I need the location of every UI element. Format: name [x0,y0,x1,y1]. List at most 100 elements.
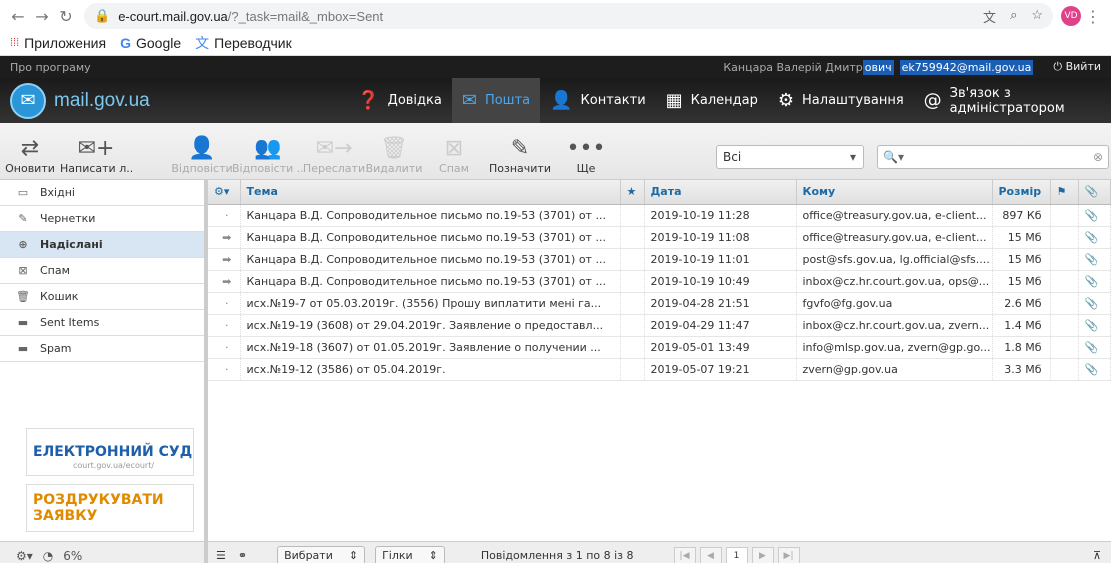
flag-icon[interactable] [1050,204,1079,227]
logo[interactable]: ✉ mail.gov.ua [0,82,347,119]
nav-calendar[interactable]: ▦ Календар [656,78,768,123]
star-icon[interactable] [620,314,645,337]
col-flag-icon[interactable]: ⚑ [1050,180,1079,205]
reply-button[interactable]: 👤 Відповісти [171,136,232,175]
table-row[interactable]: · исх.№19-12 (3586) от 05.04.2019г. 2019-0… [208,358,1111,381]
contacts-icon: 👤 [550,90,573,111]
star-icon[interactable] [620,292,645,315]
col-subject[interactable]: Тема [240,180,621,205]
message-subject[interactable]: исх.№19-19 (3608) от 29.04.2019г. Заявле… [240,314,621,337]
table-row[interactable]: · исх.№19-18 (3607) от 01.05.2019г. Заявл… [208,336,1111,359]
nav-mail[interactable]: ✉ Пошта [451,78,541,123]
flag-icon[interactable] [1050,248,1079,271]
bookmark-translator[interactable]: 文 Переводчик [195,33,292,53]
list-view-icon[interactable]: ☰ [216,549,226,562]
col-size[interactable]: Розмір [992,180,1051,205]
about-link[interactable]: Про програму [10,61,91,74]
nav-help[interactable]: ❓ Довідка [347,78,452,123]
print-request-banner[interactable]: РОЗДРУКУВАТИ ЗАЯВКУ [26,484,194,532]
mark-button[interactable]: ✎ Позначити [484,136,556,175]
flag-icon[interactable] [1050,358,1079,381]
reload-icon[interactable]: ↻ [54,4,78,28]
mail-icon: ✉ [461,90,477,111]
back-icon[interactable]: ← [6,4,30,28]
forward-icon[interactable]: → [30,4,54,28]
settings-gear-icon[interactable]: ⚙▾ [16,549,33,563]
col-flag-star-icon[interactable]: ★ [620,180,645,205]
expand-icon[interactable]: ⊼ [1093,549,1101,562]
last-page-icon[interactable]: ▶| [777,546,800,563]
list-options-icon[interactable]: ⚙▾ [208,180,241,205]
translate-icon[interactable]: 文 [983,7,996,26]
delete-button[interactable]: 🗑 Видалити [364,136,424,175]
table-row[interactable]: ➡ Канцара В.Д. Сопроводительное письмо по… [208,270,1111,293]
address-bar[interactable]: 🔒 e-court.mail.gov.ua /?_task=mail&_mbox… [84,3,1053,29]
star-icon[interactable]: ☆ [1031,7,1043,26]
page-number[interactable]: 1 [725,546,748,563]
ecourt-banner[interactable]: ЕЛЕКТРОННИЙ СУД court.gov.ua/ecourt/ [26,428,194,476]
nav-contact-admin[interactable]: @ Зв'язок з адміністратором [914,78,1111,123]
flag-icon[interactable] [1050,226,1079,249]
flag-icon[interactable] [1050,270,1079,293]
col-to[interactable]: Кому [796,180,993,205]
message-size: 15 Мб [992,226,1051,249]
folder-trash[interactable]: 🗑 Кошик [0,284,204,310]
table-row[interactable]: ➡ Канцара В.Д. Сопроводительное письмо по… [208,248,1111,271]
table-row[interactable]: · исх.№19-19 (3608) от 29.04.2019г. Заявл… [208,314,1111,337]
spam-button[interactable]: ⊠ Спам [424,136,484,175]
message-subject[interactable]: Канцара В.Д. Сопроводительное письмо по.… [240,270,621,293]
bookmark-google[interactable]: G Google [120,35,181,51]
message-subject[interactable]: Канцара В.Д. Сопроводительное письмо по.… [240,226,621,249]
zoom-icon[interactable]: ⌕ [1010,7,1017,26]
folder-icon: ▬ [17,342,29,355]
table-row[interactable]: · Канцара В.Д. Сопроводительное письмо по… [208,204,1111,227]
message-subject[interactable]: Канцара В.Д. Сопроводительное письмо по.… [240,204,621,227]
message-subject[interactable]: исх.№19-7 от 05.03.2019г. (3556) Прошу в… [240,292,621,315]
folder-sent-items[interactable]: ▬ Sent Items [0,310,204,336]
reply-all-button[interactable]: 👥 Відповісти ... [232,136,304,175]
star-icon[interactable] [620,226,645,249]
folder-sent[interactable]: ⊕ Надіслані [0,232,204,258]
trash-icon: 🗑 [380,136,408,161]
first-page-icon[interactable]: |◀ [673,546,696,563]
star-icon[interactable] [620,336,645,359]
message-recipients: inbox@cz.hr.court.gov.ua, zvern... [796,314,993,337]
flag-icon[interactable] [1050,336,1079,359]
threads-icon[interactable]: ⚭ [238,549,247,562]
compose-button[interactable]: ✉+ Написати л... [60,136,132,175]
prev-page-icon[interactable]: ◀ [699,546,722,563]
folder-inbox[interactable]: ▭ Вхідні [0,180,204,206]
table-row[interactable]: ➡ Канцара В.Д. Сопроводительное письмо по… [208,226,1111,249]
star-icon[interactable] [620,358,645,381]
star-icon[interactable] [620,248,645,271]
folder-drafts[interactable]: ✎ Чернетки [0,206,204,232]
message-subject[interactable]: Канцара В.Д. Сопроводительное письмо по.… [240,248,621,271]
col-date[interactable]: Дата [644,180,797,205]
message-subject[interactable]: исх.№19-12 (3586) от 05.04.2019г. [240,358,621,381]
sent-icon: ⊕ [18,238,28,251]
nav-contacts[interactable]: 👤 Контакти [540,78,656,123]
select-dropdown[interactable]: Вибрати ⇕ [277,545,366,563]
message-subject[interactable]: исх.№19-18 (3607) от 01.05.2019г. Заявле… [240,336,621,359]
user-bar: Про програму Канцара Валерій Дмитр ович e… [0,56,1111,78]
search-input[interactable]: 🔍▾ ⊗ [877,145,1109,169]
flag-icon[interactable] [1050,292,1079,315]
flag-icon[interactable] [1050,314,1079,337]
folder-spam-2[interactable]: ▬ Spam [0,336,204,362]
filter-select[interactable]: Всі ▾ [716,145,864,169]
table-row[interactable]: · исх.№19-7 от 05.03.2019г. (3556) Прошу … [208,292,1111,315]
bookmark-apps[interactable]: ⁞⁞⁞ Приложения [10,35,106,51]
star-icon[interactable] [620,270,645,293]
logout-button[interactable]: ⏻ Вийти [1053,60,1101,74]
menu-icon[interactable]: ⋮ [1081,4,1105,28]
star-icon[interactable] [620,204,645,227]
threads-dropdown[interactable]: Гілки ⇕ [375,545,445,563]
folder-spam[interactable]: ⊠ Спам [0,258,204,284]
nav-settings[interactable]: ⚙ Налаштування [768,78,914,123]
forward-button[interactable]: ✉→ Переслати [303,136,365,175]
next-page-icon[interactable]: ▶ [751,546,774,563]
profile-avatar[interactable]: VD [1061,6,1081,26]
refresh-button[interactable]: ⇄ Оновити [0,136,60,175]
more-button[interactable]: ••• Ще [556,136,616,175]
col-attachment-icon[interactable]: 📎 [1078,180,1111,205]
